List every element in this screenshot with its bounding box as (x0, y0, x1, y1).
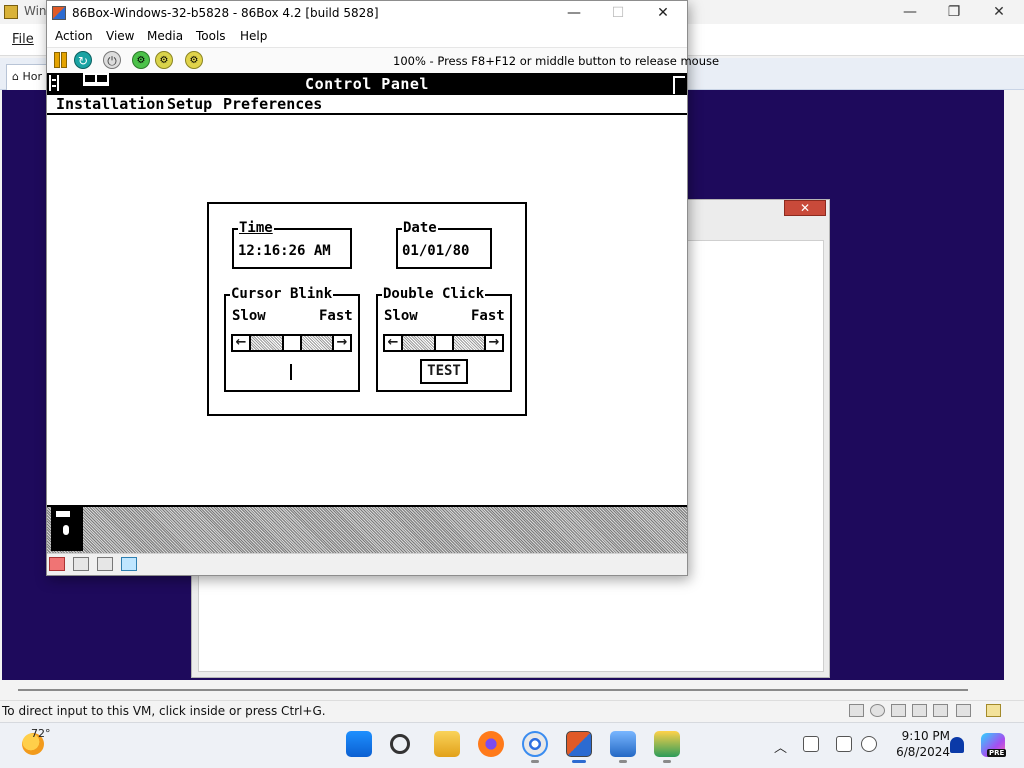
dos-menu-installation[interactable]: Installation (56, 95, 164, 113)
double-click-label: Double Click (382, 286, 486, 302)
cursor-blink-right-arrow-icon[interactable]: → (332, 336, 350, 350)
weather-temperature[interactable]: 72° (31, 727, 51, 740)
double-click-right-arrow-icon[interactable]: → (484, 336, 502, 350)
network-tray-icon[interactable] (803, 736, 819, 752)
chrome-running-indicator (531, 760, 539, 763)
cursor-blink-fast-label: Fast (319, 308, 353, 324)
host-close-button[interactable]: ✕ (985, 2, 1013, 22)
86box-menubar (47, 27, 687, 47)
host-right-gutter (1004, 90, 1024, 680)
dos-menu-preferences[interactable]: Preferences (223, 95, 322, 113)
notepad-running-indicator (619, 760, 627, 763)
ctrl-alt-esc-icon[interactable]: ⚙ (155, 51, 173, 69)
date-value[interactable]: 01/01/80 (402, 243, 469, 259)
date-label: Date (402, 220, 438, 236)
menu-help[interactable]: Help (240, 29, 267, 43)
cursor-blink-left-arrow-icon[interactable]: ← (233, 336, 251, 350)
menu-view[interactable]: View (106, 29, 134, 43)
host-home-tab-label: Hor (22, 70, 43, 83)
copilot-pre-badge: PRE (987, 749, 1007, 757)
display-tray-icon[interactable] (836, 736, 852, 752)
background-dialog-close-button[interactable]: ✕ (784, 200, 826, 216)
show-hidden-icons-chevron-icon[interactable]: ︿ (774, 737, 787, 756)
firefox-icon[interactable] (478, 731, 504, 757)
time-value[interactable]: 12:16:26 AM (238, 243, 331, 259)
host-home-tab[interactable]: ⌂ Hor (6, 64, 48, 90)
clock-time[interactable]: 9:10 PM (880, 729, 950, 743)
floppy-drive-icon[interactable] (49, 557, 65, 571)
86box-icon[interactable] (566, 731, 592, 757)
audio-status-icon (933, 704, 948, 717)
dos-menu-setup[interactable]: Setup (167, 95, 212, 113)
hard-disk-icon[interactable] (97, 557, 113, 571)
dos-desktop-icon[interactable] (51, 507, 83, 551)
86box-close-button[interactable]: ✕ (648, 3, 678, 23)
host-maximize-button[interactable]: ❐ (940, 2, 968, 22)
host-app-icon (4, 5, 18, 19)
86box-status-bar (47, 553, 687, 575)
host-window-title: Win (24, 4, 47, 18)
hdd-status-icon (849, 704, 864, 717)
86box-window-title: 86Box-Windows-32-b5828 - 86Box 4.2 [buil… (72, 6, 379, 20)
notepad-icon[interactable] (610, 731, 636, 757)
double-click-slow-label: Slow (384, 308, 418, 324)
file-explorer-icon[interactable] (434, 731, 460, 757)
host-minimize-button[interactable]: — (896, 2, 924, 22)
86box-minimize-button[interactable]: — (559, 3, 589, 23)
cursor-blink-preview (290, 364, 292, 380)
chrome-icon[interactable] (522, 731, 548, 757)
clock-date[interactable]: 6/8/2024 (880, 745, 950, 759)
86box-maximize-button[interactable]: ☐ (603, 3, 633, 23)
86box-running-indicator (572, 760, 586, 763)
dos-window-title: Control Panel (305, 75, 429, 93)
cursor-blink-slow-label: Slow (232, 308, 266, 324)
mouse-release-hint: 100% - Press F8+F12 or middle button to … (393, 54, 720, 68)
test-button[interactable]: TEST (420, 359, 468, 384)
app-running-indicator (663, 760, 671, 763)
home-icon: ⌂ (12, 70, 19, 83)
cursor-blink-label: Cursor Blink (230, 286, 334, 302)
double-click-fast-label: Fast (471, 308, 505, 324)
time-label: Time (238, 220, 274, 236)
power-icon[interactable]: ⏻ (103, 51, 121, 69)
app-icon[interactable] (654, 731, 680, 757)
double-click-slider[interactable]: ← → (383, 334, 504, 352)
keyboard-status-icon (956, 704, 971, 717)
network-status-icon (891, 704, 906, 717)
start-icon[interactable] (346, 731, 372, 757)
menu-tools[interactable]: Tools (196, 29, 226, 43)
86box-app-icon (52, 6, 66, 20)
menu-media[interactable]: Media (147, 29, 183, 43)
sound-icon[interactable] (121, 557, 137, 571)
host-status-text: To direct input to this VM, click inside… (2, 704, 326, 718)
double-click-left-arrow-icon[interactable]: ← (385, 336, 403, 350)
menu-action[interactable]: Action (55, 29, 93, 43)
reset-icon[interactable]: ↻ (74, 51, 92, 69)
dos-maximize-icon[interactable] (673, 76, 685, 94)
sound-tray-icon[interactable] (861, 736, 877, 752)
notification-bell-icon[interactable] (950, 737, 964, 753)
host-file-menu[interactable]: File (12, 32, 34, 47)
double-click-slider-thumb[interactable] (434, 336, 454, 350)
host-horizontal-scrollbar[interactable] (18, 689, 968, 691)
printer-status-icon (912, 704, 927, 717)
cd-status-icon (870, 704, 885, 717)
search-icon[interactable] (390, 734, 410, 754)
cursor-blink-slider[interactable]: ← → (231, 334, 352, 352)
cursor-blink-slider-thumb[interactable] (282, 336, 302, 350)
dos-desktop-area (47, 505, 687, 553)
floppy-drive-b-icon[interactable] (73, 557, 89, 571)
settings-icon[interactable]: ⚙ (185, 51, 203, 69)
pause-icon[interactable] (53, 52, 67, 68)
notes-status-icon (986, 704, 1001, 717)
ctrl-alt-del-icon[interactable]: ⚙ (132, 51, 150, 69)
